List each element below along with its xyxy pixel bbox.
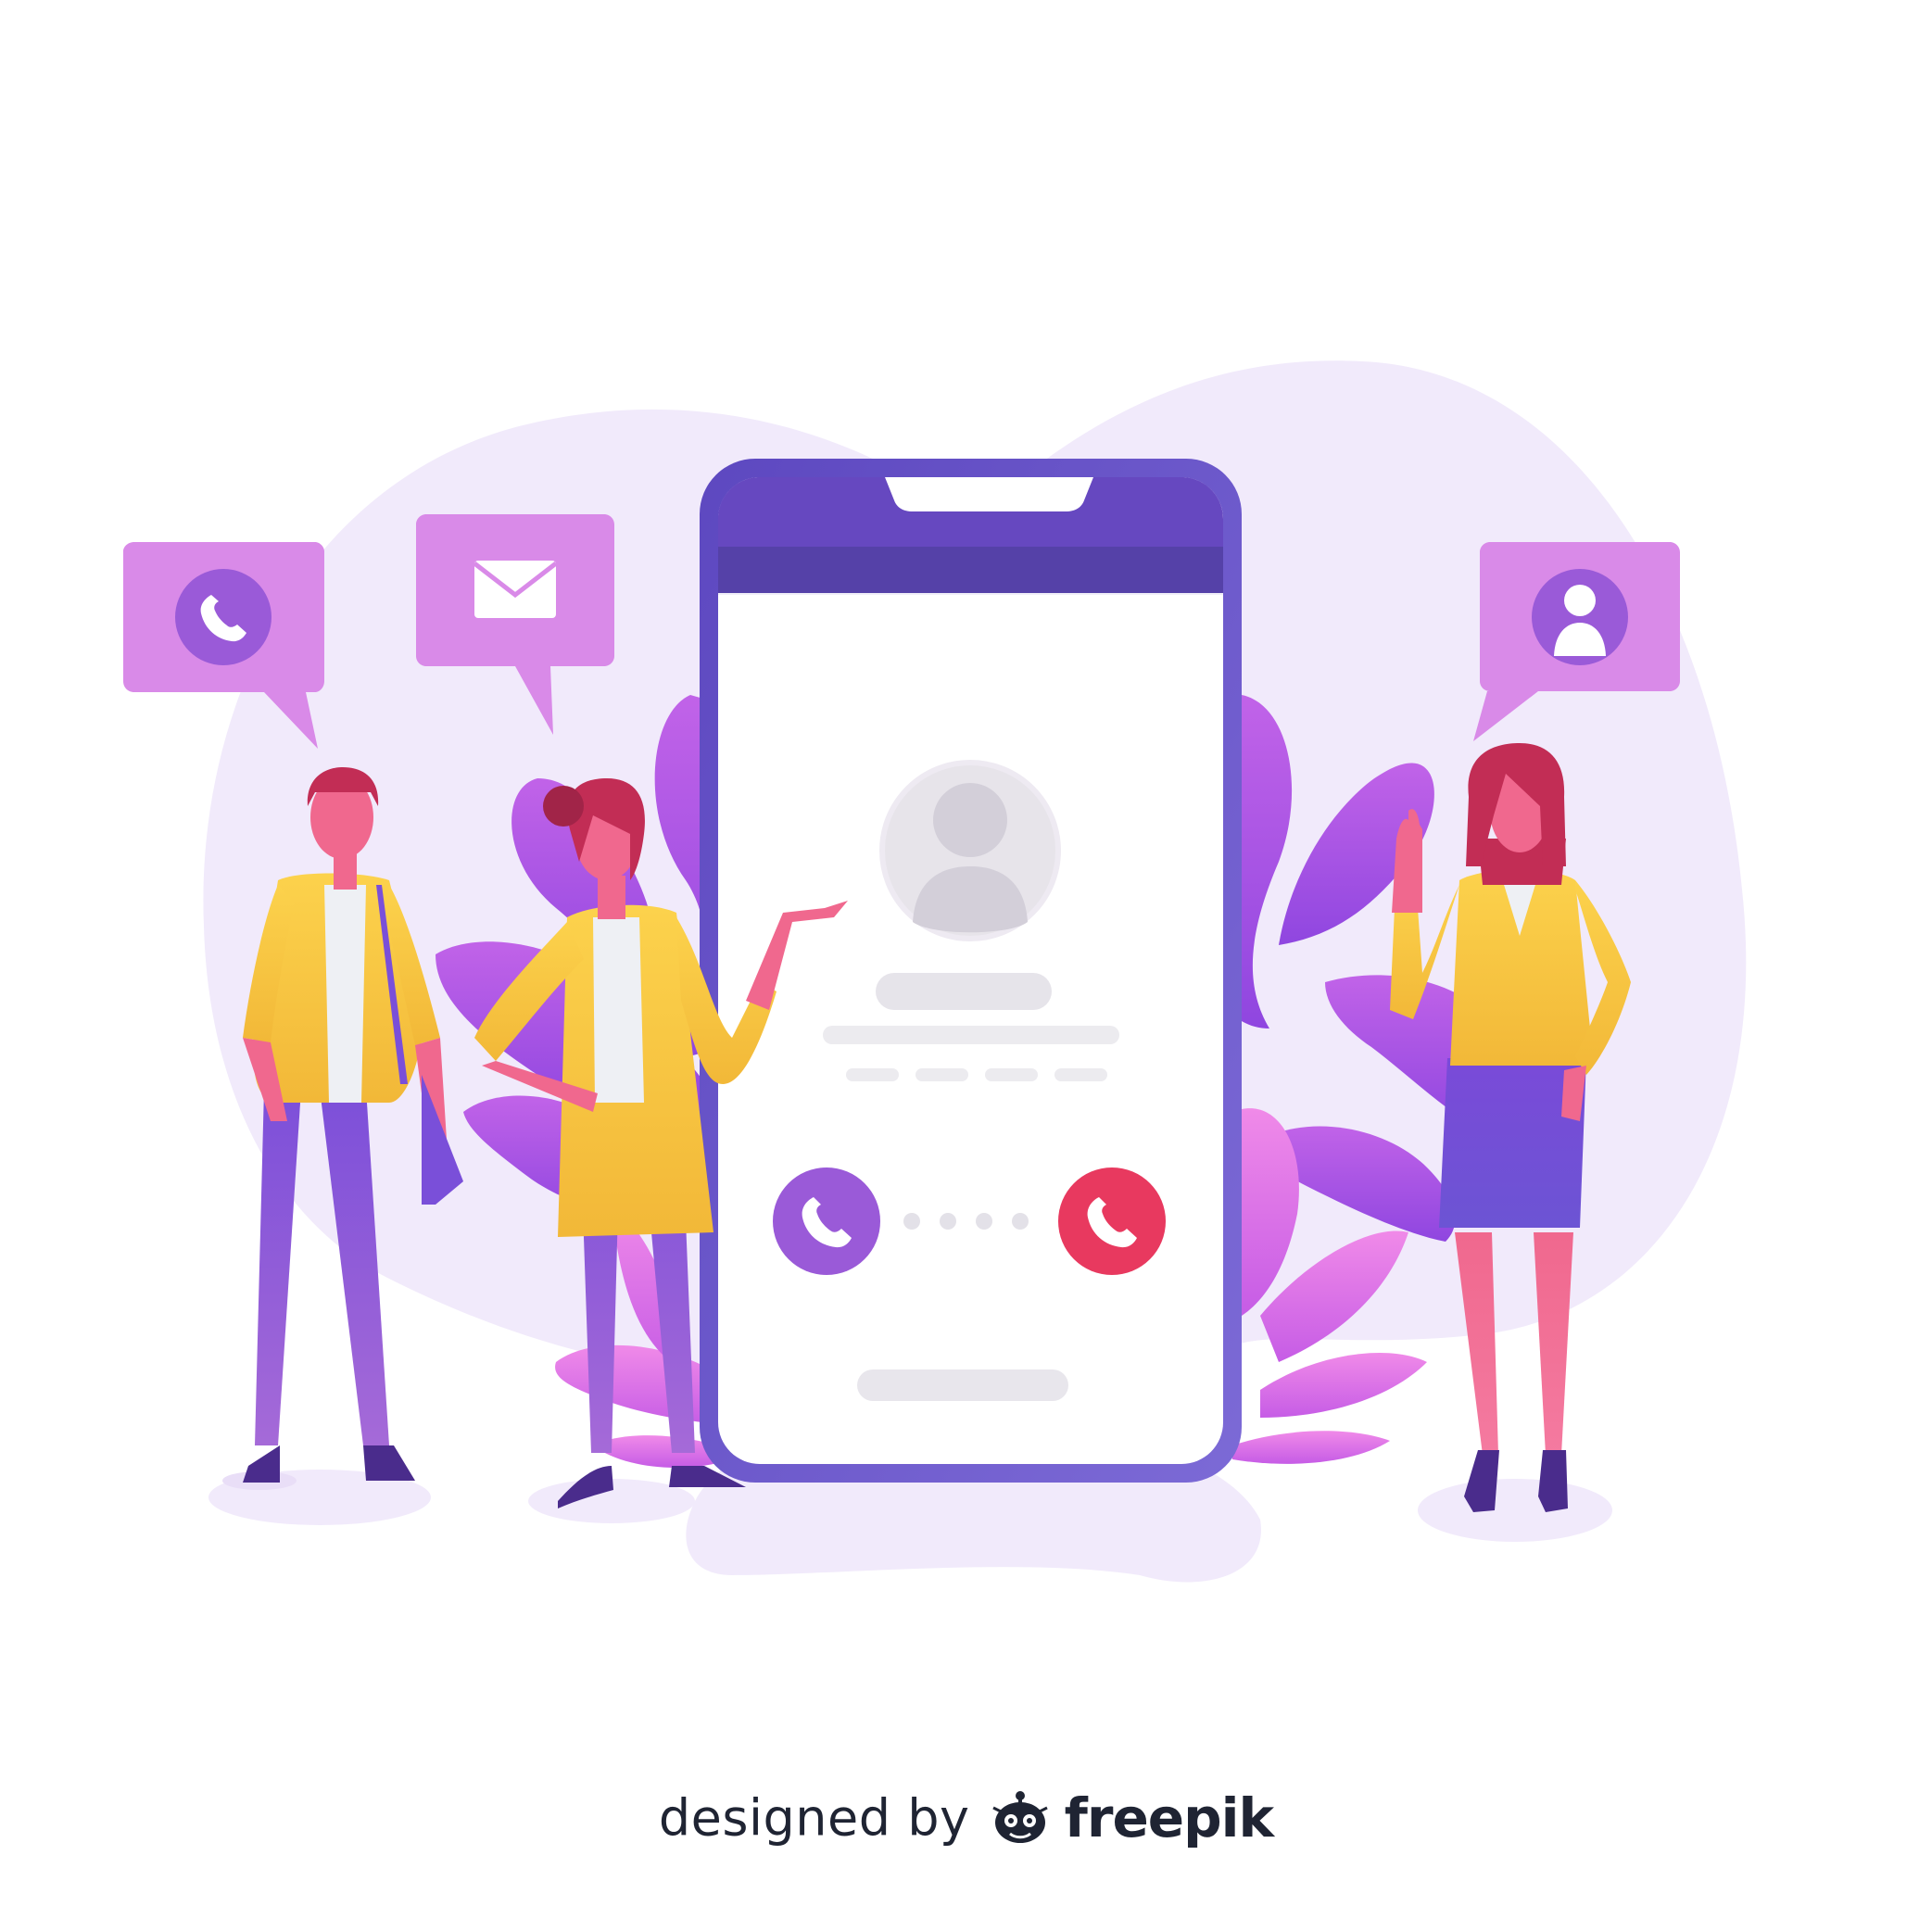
decline-call-button[interactable] — [1058, 1167, 1166, 1275]
attribution: designed by freepik — [0, 1786, 1932, 1849]
contact-name-placeholder — [876, 973, 1052, 1010]
attribution-prefix: designed by — [658, 1788, 970, 1848]
bottom-bar-placeholder — [857, 1369, 1068, 1401]
contact-detail-placeholder — [823, 1026, 1119, 1044]
accept-call-button[interactable] — [773, 1167, 880, 1275]
phone-device — [700, 459, 1242, 1483]
contact-avatar — [879, 760, 1061, 941]
freepik-logo-icon — [991, 1791, 1048, 1843]
attribution-brand: freepik — [1064, 1786, 1274, 1849]
illustration-scene — [123, 360, 1747, 1583]
envelope-icon — [473, 561, 558, 618]
bubble-phone — [123, 542, 324, 749]
